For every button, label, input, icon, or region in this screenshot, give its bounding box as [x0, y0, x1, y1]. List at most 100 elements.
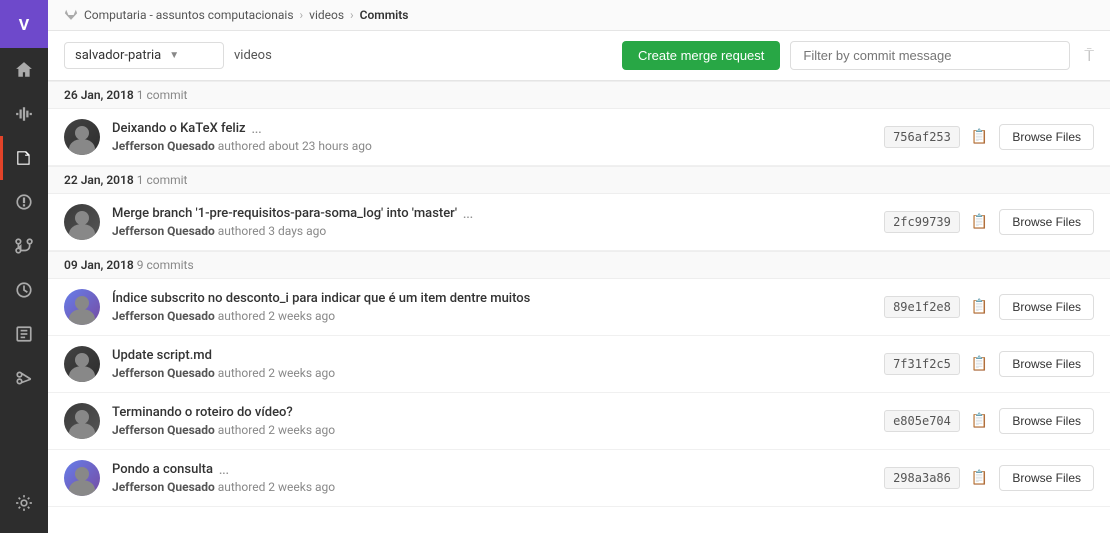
avatar-image-icon — [64, 289, 100, 325]
commit-avatar — [64, 119, 100, 155]
commit-meta: Jefferson Quesado authored 2 weeks ago — [112, 423, 872, 437]
sidebar-item-home[interactable] — [0, 48, 48, 92]
history-icon — [15, 281, 33, 299]
copy-hash-icon[interactable]: 📋 — [968, 353, 991, 375]
breadcrumb-sep-1: › — [300, 8, 304, 22]
commit-ellipsis[interactable]: ... — [252, 122, 262, 136]
commit-ellipsis[interactable]: ... — [463, 207, 473, 221]
sidebar-item-repository[interactable] — [0, 136, 48, 180]
date-group-header: 22 Jan, 2018 1 commit — [48, 166, 1110, 194]
avatar-inner — [64, 403, 100, 439]
commit-row: Índice subscrito no desconto_i para indi… — [48, 279, 1110, 336]
sidebar-item-settings[interactable] — [0, 481, 48, 525]
branch-selector[interactable]: salvador-patria ▼ — [64, 42, 224, 69]
breadcrumb-link-org[interactable]: Computaria - assuntos computacionais — [84, 8, 294, 22]
group-date: 26 Jan, 2018 — [64, 88, 134, 102]
commit-message-link[interactable]: Pondo a consulta — [112, 462, 213, 477]
commit-author: Jefferson Quesado — [112, 366, 215, 380]
commit-message: Deixando o KaTeX feliz ... — [112, 121, 872, 136]
copy-hash-icon[interactable]: 📋 — [968, 467, 991, 489]
commit-message: Update script.md — [112, 348, 872, 363]
chevron-down-icon: ▼ — [169, 50, 179, 61]
sidebar-item-snippets[interactable] — [0, 312, 48, 356]
browse-files-button[interactable]: Browse Files — [999, 408, 1094, 434]
sidebar-item-merge-requests[interactable] — [0, 224, 48, 268]
main-content: Computaria - assuntos computacionais › v… — [48, 0, 1110, 533]
commit-hash[interactable]: 298a3a86 — [884, 467, 960, 489]
commit-info: Pondo a consulta ... Jefferson Quesado a… — [112, 462, 872, 494]
sidebar-item-scissors[interactable] — [0, 356, 48, 400]
scissors-icon — [15, 369, 33, 387]
commit-meta: Jefferson Quesado authored 2 weeks ago — [112, 309, 872, 323]
commit-author: Jefferson Quesado — [112, 224, 215, 238]
commit-message-link[interactable]: Terminando o roteiro do vídeo? — [112, 405, 293, 420]
avatar-inner — [64, 204, 100, 240]
commit-actions: 89e1f2e8 📋 Browse Files — [884, 294, 1094, 320]
commit-info: Merge branch '1-pre-requisitos-para-soma… — [112, 206, 872, 238]
commit-row: Terminando o roteiro do vídeo? Jefferson… — [48, 393, 1110, 450]
group-date: 09 Jan, 2018 — [64, 258, 134, 272]
commit-message-link[interactable]: Índice subscrito no desconto_i para indi… — [112, 291, 530, 306]
sidebar: V — [0, 0, 48, 533]
commit-actions: 298a3a86 📋 Browse Files — [884, 465, 1094, 491]
sidebar-item-history[interactable] — [0, 268, 48, 312]
copy-hash-icon[interactable]: 📋 — [968, 410, 991, 432]
commit-hash[interactable]: 89e1f2e8 — [884, 296, 960, 318]
commit-avatar — [64, 460, 100, 496]
commit-hash[interactable]: 756af253 — [884, 126, 960, 148]
commit-meta: Jefferson Quesado authored about 23 hour… — [112, 139, 872, 153]
commit-row: Merge branch '1-pre-requisitos-para-soma… — [48, 194, 1110, 251]
commit-info: Deixando o KaTeX feliz ... Jefferson Que… — [112, 121, 872, 153]
commit-meta: Jefferson Quesado authored 3 days ago — [112, 224, 872, 238]
sidebar-item-activity[interactable] — [0, 92, 48, 136]
copy-hash-icon[interactable]: 📋 — [968, 211, 991, 233]
commit-message-link[interactable]: Update script.md — [112, 348, 212, 363]
browse-files-button[interactable]: Browse Files — [999, 124, 1094, 150]
commit-avatar — [64, 289, 100, 325]
avatar-image-icon — [64, 460, 100, 496]
date-group-header: 09 Jan, 2018 9 commits — [48, 251, 1110, 279]
commit-hash[interactable]: 2fc99739 — [884, 211, 960, 233]
activity-icon — [15, 105, 33, 123]
commit-info: Update script.md Jefferson Quesado autho… — [112, 348, 872, 380]
avatar-inner — [64, 346, 100, 382]
user-avatar[interactable]: V — [0, 0, 48, 48]
commit-info: Terminando o roteiro do vídeo? Jefferson… — [112, 405, 872, 437]
commit-actions: e805e704 📋 Browse Files — [884, 408, 1094, 434]
commit-author: Jefferson Quesado — [112, 423, 215, 437]
breadcrumb: Computaria - assuntos computacionais › v… — [48, 0, 1110, 31]
repository-icon — [15, 149, 33, 167]
avatar-inner — [64, 119, 100, 155]
copy-hash-icon[interactable]: 📋 — [968, 296, 991, 318]
rss-icon[interactable]: ⍑ — [1084, 46, 1094, 66]
sidebar-item-issues[interactable] — [0, 180, 48, 224]
group-date: 22 Jan, 2018 — [64, 173, 134, 187]
group-count: 9 commits — [137, 258, 194, 272]
commit-message-link[interactable]: Deixando o KaTeX feliz — [112, 121, 246, 136]
avatar-image-icon — [64, 403, 100, 439]
commit-actions: 756af253 📋 Browse Files — [884, 124, 1094, 150]
settings-icon — [15, 494, 33, 512]
snippets-icon — [15, 325, 33, 343]
date-group-header: 26 Jan, 2018 1 commit — [48, 81, 1110, 109]
issues-icon — [15, 193, 33, 211]
browse-files-button[interactable]: Browse Files — [999, 351, 1094, 377]
commit-hash[interactable]: e805e704 — [884, 410, 960, 432]
commit-message: Terminando o roteiro do vídeo? — [112, 405, 872, 420]
create-merge-request-button[interactable]: Create merge request — [622, 41, 780, 70]
commit-row: Pondo a consulta ... Jefferson Quesado a… — [48, 450, 1110, 507]
commit-row: Deixando o KaTeX feliz ... Jefferson Que… — [48, 109, 1110, 166]
commit-hash[interactable]: 7f31f2c5 — [884, 353, 960, 375]
copy-hash-icon[interactable]: 📋 — [968, 126, 991, 148]
breadcrumb-link-repo[interactable]: videos — [309, 8, 344, 22]
avatar-inner — [64, 460, 100, 496]
browse-files-button[interactable]: Browse Files — [999, 294, 1094, 320]
browse-files-button[interactable]: Browse Files — [999, 465, 1094, 491]
filter-commits-input[interactable] — [790, 41, 1070, 70]
commit-ellipsis[interactable]: ... — [219, 463, 229, 477]
browse-files-button[interactable]: Browse Files — [999, 209, 1094, 235]
commit-meta: Jefferson Quesado authored 2 weeks ago — [112, 366, 872, 380]
commit-message: Índice subscrito no desconto_i para indi… — [112, 291, 872, 306]
commit-author: Jefferson Quesado — [112, 309, 215, 323]
commit-message-link[interactable]: Merge branch '1-pre-requisitos-para-soma… — [112, 206, 457, 221]
